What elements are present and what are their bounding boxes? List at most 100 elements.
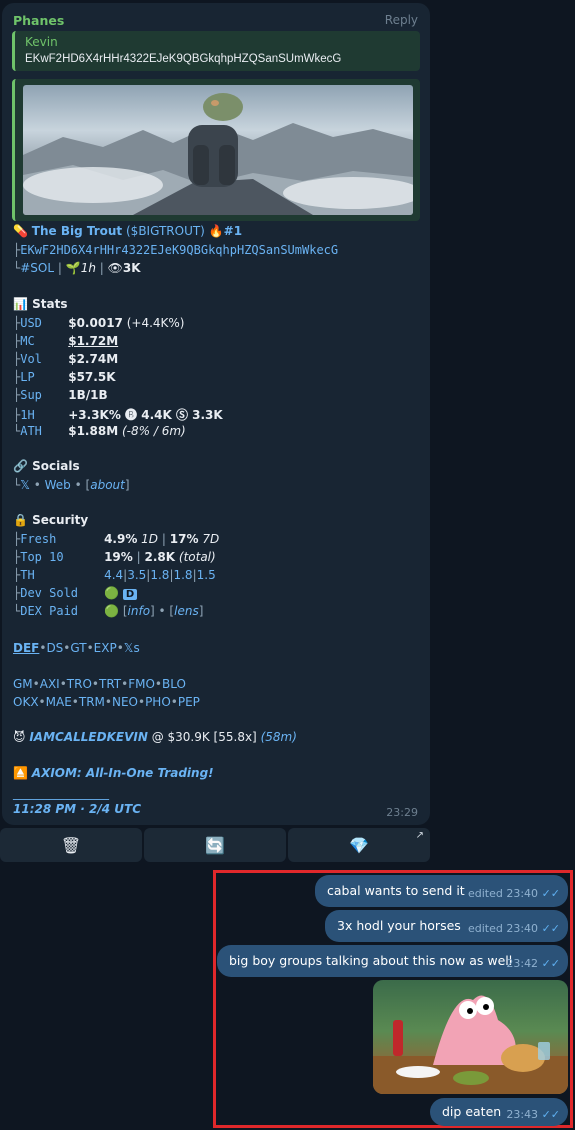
eye-icon: 👁 [107, 261, 123, 275]
links-row-2: GM•AXI•TRO•TRT•FMO•BLO [13, 677, 186, 691]
th-link[interactable]: 1.8 [173, 568, 192, 582]
bot-message-bubble: Phanes Reply Kevin EKwF2HD6X4rHHr4322EJe… [2, 3, 430, 825]
gm-link[interactable]: GM [13, 677, 33, 691]
token-title: 💊 The Big Trout ($BIGTROUT) 🔥#1 [13, 224, 242, 238]
security-row-top10: ├Top 10 19% | 2.8K (total) [13, 550, 216, 564]
dev-badge[interactable]: D [122, 589, 138, 600]
def-link[interactable]: DEF [13, 641, 39, 655]
trash-button[interactable]: 🗑 [0, 828, 142, 862]
x-link[interactable]: 𝕏 [20, 478, 30, 492]
mountain-trout-illustration [23, 93, 413, 215]
token-age: 1h [80, 261, 96, 275]
diamond-button[interactable]: 💎 ↗ [288, 828, 430, 862]
patrick-star-illustration [373, 995, 568, 1094]
outgoing-message[interactable]: dip eaten 23:43 ✓✓ [430, 1098, 568, 1126]
outgoing-message[interactable]: cabal wants to send it edited 23:40 ✓✓ [315, 875, 568, 907]
axiom-row: ⏏️ AXIOM: All-In-One Trading! [13, 766, 214, 780]
socials-row: └𝕏 • Web • [about] [13, 478, 130, 492]
read-ticks-icon: ✓✓ [541, 887, 560, 900]
stat-row-1h: ├1H +3.3K% 🅑 4.4K Ⓢ 3.3K [13, 408, 223, 422]
green-circle-icon: 🟢 [104, 586, 120, 600]
reply-link[interactable]: Reply [385, 13, 418, 27]
pho-link[interactable]: PHO [145, 695, 171, 709]
divider-line: ________________ [13, 786, 109, 800]
eject-icon: ⏏️ [13, 766, 28, 780]
lock-icon: 🔒 [13, 513, 28, 527]
stat-row-sup: ├Sup 1B/1B [13, 388, 108, 402]
stat-row-ath: └ATH $1.88M (-8% / 6m) [13, 424, 186, 438]
sender-name[interactable]: Phanes [13, 13, 64, 28]
about-link[interactable]: about [90, 478, 125, 492]
tro-link[interactable]: TRO [67, 677, 92, 691]
token-name-link[interactable]: The Big Trout [32, 224, 122, 238]
trash-icon: 🗑 [60, 835, 82, 855]
preview-image[interactable] [23, 85, 413, 215]
gt-link[interactable]: GT [70, 641, 86, 655]
security-row-dev-sold: ├Dev Sold 🟢 D [13, 586, 138, 600]
axi-link[interactable]: AXI [40, 677, 60, 691]
mc-link[interactable]: $1.72M [68, 334, 118, 348]
pep-link[interactable]: PEP [178, 695, 200, 709]
security-row-fresh: ├Fresh 4.9% 1D | 17% 7D [13, 532, 220, 546]
read-ticks-icon: ✓✓ [541, 922, 560, 935]
refresh-button[interactable]: 🔄 [144, 828, 286, 862]
th-link[interactable]: 3.5 [127, 568, 146, 582]
quote-author: Kevin [25, 35, 58, 49]
okx-link[interactable]: OKX [13, 695, 39, 709]
lens-link[interactable]: lens [174, 604, 199, 618]
security-row-dex-paid: └DEX Paid 🟢 [info] • [lens] [13, 604, 204, 618]
timestamp-line[interactable]: 11:28 PM · 2/4 UTC [13, 802, 141, 816]
seedling-icon: 🌱 [65, 261, 81, 275]
token-ticker[interactable]: ($BIGTROUT) [126, 224, 205, 238]
outgoing-message[interactable]: big boy groups talking about this now as… [217, 945, 568, 977]
stat-row-vol: ├Vol $2.74M [13, 352, 119, 366]
fire-icon: 🔥 [208, 224, 224, 238]
web-link[interactable]: Web [45, 478, 71, 492]
th-link[interactable]: 1.5 [197, 568, 216, 582]
devil-icon: 😈 [13, 730, 26, 744]
stats-header: 📊 Stats [13, 297, 68, 311]
reply-quote[interactable]: Kevin EKwF2HD6X4rHHr4322EJeK9QBGkqhpHZQS… [12, 31, 420, 71]
green-circle-icon: 🟢 [104, 604, 120, 618]
th-link[interactable]: 4.4 [104, 568, 123, 582]
pill-icon: 💊 [13, 224, 28, 238]
mae-link[interactable]: MAE [46, 695, 72, 709]
links-row-1: DEF•DS•GT•EXP•𝕏s [13, 641, 140, 655]
stat-row-lp: ├LP $57.5K [13, 370, 116, 384]
chart-icon: 📊 [13, 297, 28, 311]
security-row-th: ├TH 4.4|3.5|1.8|1.8|1.5 [13, 568, 216, 582]
axiom-link[interactable]: AXIOM: All-In-One Trading! [32, 766, 214, 780]
blo-link[interactable]: BLO [162, 677, 186, 691]
caller-row: 😈 IAMCALLEDKEVIN @ $30.9K [55.8x] (58m) [13, 730, 297, 744]
read-ticks-icon: ✓✓ [541, 957, 560, 970]
chain-row: └#SOL | 🌱1h | 👁3K [13, 261, 141, 275]
ds-link[interactable]: DS [46, 641, 63, 655]
views-count: 3K [122, 261, 141, 275]
links-row-3: OKX•MAE•TRM•NEO•PHO•PEP [13, 695, 200, 709]
link-icon: 🔗 [13, 459, 28, 473]
stat-row-mc: ├MC $1.72M [13, 334, 119, 348]
outgoing-message[interactable]: 3x hodl your horses edited 23:40 ✓✓ [325, 910, 568, 942]
security-header: 🔒 Security [13, 513, 89, 527]
message-time: 23:29 [386, 806, 418, 819]
fmo-link[interactable]: FMO [128, 677, 155, 691]
trm-link[interactable]: TRM [79, 695, 105, 709]
token-rank[interactable]: #1 [224, 224, 242, 238]
xs-link[interactable]: 𝕏s [124, 641, 140, 655]
stat-row-usd: ├USD $0.0017 (+4.4K%) [13, 316, 185, 330]
neo-link[interactable]: NEO [112, 695, 138, 709]
chain-tag[interactable]: #SOL [20, 261, 54, 275]
diamond-icon: 💎 [349, 835, 369, 855]
link-preview[interactable] [12, 79, 420, 221]
token-address[interactable]: EKwF2HD6X4rHHr4322EJeK9QBGkqhpHZQSanSUmW… [20, 243, 338, 257]
external-link-icon: ↗ [415, 830, 424, 841]
read-ticks-icon: ✓✓ [541, 1108, 560, 1121]
info-link[interactable]: info [128, 604, 151, 618]
patrick-sticker[interactable] [373, 980, 568, 1094]
caller-link[interactable]: IAMCALLEDKEVIN [29, 730, 148, 744]
trt-link[interactable]: TRT [99, 677, 121, 691]
socials-header: 🔗 Socials [13, 459, 80, 473]
quote-text: EKwF2HD6X4rHHr4322EJeK9QBGkqhpHZQSanSUmW… [25, 53, 342, 65]
exp-link[interactable]: EXP [94, 641, 117, 655]
th-link[interactable]: 1.8 [150, 568, 169, 582]
